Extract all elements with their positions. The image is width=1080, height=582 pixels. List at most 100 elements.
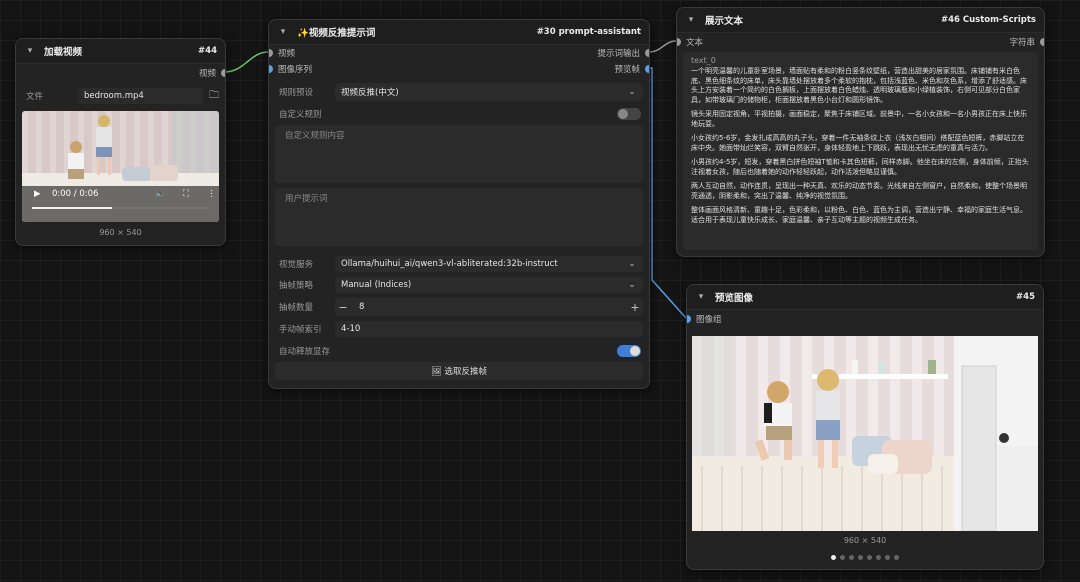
output-preview-frames[interactable]: 预览帧 [614, 63, 649, 75]
node-title: 展示文本 [705, 16, 744, 27]
vision-service-select[interactable]: 视觉服务 Ollama/huihui_ai/qwen3-vl-abliterat… [275, 255, 643, 273]
chevron-down-icon[interactable]: ▾ [685, 14, 697, 26]
chevron-down-icon[interactable]: ⌄ [625, 259, 639, 269]
rule-preset-select[interactable]: 规则预设 视频反推(中文) ⌄ [275, 83, 643, 101]
output-label: 预览帧 [614, 65, 640, 75]
output-socket[interactable] [221, 69, 225, 77]
preview-image-node[interactable]: ▾ 预览图像 #45 图像组 960 × 540 [686, 284, 1044, 570]
chevron-down-icon[interactable]: ⌄ [625, 87, 639, 97]
frame-count-value[interactable]: 8 [351, 302, 627, 312]
text-paragraph: 小女孩约5-6岁，金发扎成高高的丸子头，穿着一件无袖条纹上衣（浅灰白相间）搭配蓝… [691, 134, 1025, 152]
custom-rule-toggle-row[interactable]: 自定义规则 [275, 105, 643, 123]
load-video-node[interactable]: ▾ 加载视频 #44 视频 文件 bedroom.mp4 🗀 ▶ 0:00 / … [15, 38, 226, 246]
input-video[interactable]: 视频 [269, 47, 296, 59]
output-socket[interactable] [645, 49, 649, 57]
output-label: 字符串 [1009, 38, 1035, 48]
vision-service-value[interactable]: Ollama/huihui_ai/qwen3-vl-abliterated:32… [335, 256, 643, 272]
input-socket[interactable] [687, 315, 691, 323]
auto-release-toggle-row[interactable]: 自动释放显存 [275, 342, 643, 360]
fullscreen-icon[interactable]: ⛶ [183, 189, 199, 199]
rule-preset-value[interactable]: 视频反推(中文) [335, 83, 643, 101]
more-options-icon[interactable]: ⋮ [207, 189, 219, 199]
frame-strategy-label: 抽帧策略 [279, 281, 314, 291]
node-title: 加载视频 [44, 47, 83, 58]
show-text-header[interactable]: ▾ 展示文本 #46 Custom-Scripts [677, 8, 1044, 33]
custom-rule-textarea[interactable]: 自定义规则内容 [275, 125, 643, 183]
text-display[interactable]: text_0 一个明亮温馨的儿童卧室场景，墙面贴有柔和的粉白竖条纹壁纸，营造出甜… [683, 52, 1038, 250]
input-socket[interactable] [269, 65, 273, 73]
frame-count-field[interactable]: − 8 + [335, 298, 643, 316]
frame-count-stepper[interactable]: 抽帧数量 − 8 + [275, 298, 643, 316]
rule-preset-label: 规则预设 [279, 88, 314, 98]
output-socket[interactable] [1040, 38, 1044, 46]
input-image-sequence[interactable]: 图像序列 [269, 63, 312, 75]
auto-release-toggle[interactable] [617, 345, 641, 357]
page-dot[interactable] [831, 555, 836, 560]
video-player[interactable]: ▶ 0:00 / 0:06 🔈 ⛶ ⋮ [22, 111, 219, 222]
text-paragraph: 一个明亮温馨的儿童卧室场景，墙面贴有柔和的粉白竖条纹壁纸，营造出甜美的居家氛围。… [691, 67, 1027, 104]
decrement-button[interactable]: − [335, 301, 351, 314]
node-id: #45 [1016, 292, 1035, 302]
file-label: 文件 [26, 92, 44, 102]
input-label: 视频 [278, 49, 296, 59]
node-id: #44 [198, 46, 217, 56]
node-id: #30 prompt-assistant [536, 27, 641, 37]
page-dot[interactable] [885, 555, 890, 560]
page-dot[interactable] [894, 555, 899, 560]
select-frames-button[interactable]: 🖼 选取反推帧 [275, 362, 643, 380]
text-paragraph: 整体画面风格清新、童趣十足，色彩柔和，以粉色、白色、蓝色为主调，营造出宁静、幸福… [691, 206, 1027, 224]
manual-index-field[interactable]: 手动帧索引 4-10 [275, 320, 643, 338]
page-dot[interactable] [840, 555, 845, 560]
load-video-header[interactable]: ▾ 加载视频 #44 [16, 39, 225, 64]
node-title: 预览图像 [715, 293, 754, 304]
custom-rule-toggle[interactable] [617, 108, 641, 120]
text-body: 一个明亮温馨的儿童卧室场景，墙面贴有柔和的粉白竖条纹壁纸，营造出甜美的居家氛围。… [691, 67, 1030, 225]
output-video[interactable]: 视频 [199, 67, 225, 79]
frame-strategy-value[interactable]: Manual (Indices) [335, 277, 643, 293]
output-prompt[interactable]: 提示词输出 [597, 47, 649, 59]
folder-icon[interactable]: 🗀 [209, 88, 219, 105]
file-value[interactable]: bedroom.mp4 [78, 88, 203, 104]
input-images[interactable]: 图像组 [687, 313, 722, 325]
frame-count-label: 抽帧数量 [279, 303, 314, 313]
video-progress-track[interactable] [32, 207, 209, 209]
increment-button[interactable]: + [627, 301, 643, 314]
user-prompt-textarea[interactable]: 用户提示词 [275, 188, 643, 246]
preview-image[interactable] [692, 336, 1038, 531]
chevron-down-icon[interactable]: ▾ [277, 26, 289, 38]
text-paragraph: 镜头采用固定视角，平视拍摄，画面稳定，聚焦于床铺区域。前景中，一名小女孩和一名小… [691, 110, 1027, 128]
video-prompt-node[interactable]: ▾ ✨视频反推提示词 #30 prompt-assistant 视频 图像序列 … [268, 19, 650, 389]
volume-icon[interactable]: 🔈 [155, 189, 171, 199]
user-prompt-placeholder: 用户提示词 [285, 194, 328, 204]
page-indicator[interactable] [687, 555, 1043, 560]
file-select[interactable]: 文件 bedroom.mp4 🗀 [22, 87, 219, 105]
video-time: 0:00 / 0:06 [52, 189, 99, 199]
page-dot[interactable] [858, 555, 863, 560]
manual-index-value[interactable]: 4-10 [335, 321, 643, 337]
input-socket[interactable] [677, 38, 681, 46]
preview-image-graphic [692, 336, 1038, 531]
toggle-knob [630, 346, 640, 356]
input-text[interactable]: 文本 [677, 36, 704, 48]
chevron-down-icon[interactable]: ▾ [24, 45, 36, 57]
chevron-down-icon[interactable]: ⌄ [625, 280, 639, 290]
custom-rule-label: 自定义规则 [279, 110, 322, 120]
text-paragraph: 小男孩约4-5岁，短发，穿着黑白拼色短袖T恤和卡其色短裤，同样赤脚。他坐在床的左… [691, 158, 1029, 176]
input-label: 文本 [686, 38, 704, 48]
node-title: ✨视频反推提示词 [297, 28, 376, 39]
preview-image-header[interactable]: ▾ 预览图像 #45 [687, 285, 1043, 310]
page-dot[interactable] [876, 555, 881, 560]
input-socket[interactable] [269, 49, 273, 57]
frame-strategy-select[interactable]: 抽帧策略 Manual (Indices) ⌄ [275, 276, 643, 294]
page-dot[interactable] [849, 555, 854, 560]
custom-rule-placeholder: 自定义规则内容 [285, 131, 345, 141]
play-icon[interactable]: ▶ [34, 189, 48, 199]
output-socket[interactable] [645, 65, 649, 73]
show-text-node[interactable]: ▾ 展示文本 #46 Custom-Scripts 文本 字符串 text_0 … [676, 7, 1045, 257]
page-dot[interactable] [867, 555, 872, 560]
output-string[interactable]: 字符串 [1009, 36, 1044, 48]
text-paragraph: 两人互动自然，动作连贯，呈现出一种天真、欢乐的动态节奏。光线来自左侧窗户，自然柔… [691, 182, 1027, 200]
video-prompt-header[interactable]: ▾ ✨视频反推提示词 #30 prompt-assistant [269, 20, 649, 45]
chevron-down-icon[interactable]: ▾ [695, 291, 707, 303]
player-controls[interactable]: ▶ 0:00 / 0:06 🔈 ⛶ ⋮ [22, 187, 219, 201]
